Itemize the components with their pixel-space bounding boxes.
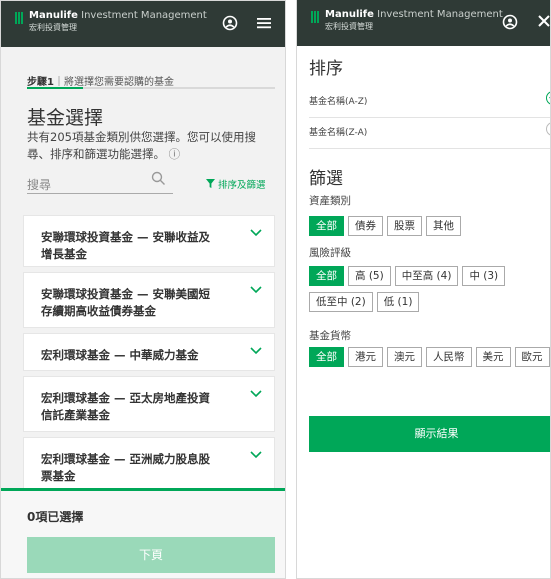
close-icon[interactable] [537,14,550,32]
chip-risk-mid-high[interactable]: 中至高 (4) [394,266,459,286]
page-title: 基金選擇 [27,107,104,129]
risk-rating-label: 風險評級 [309,247,351,259]
info-icon[interactable]: ⓘ [169,147,181,161]
selected-count: 0項已選擇 [27,510,84,524]
asset-class-chips: 全部 債券 股票 其他 [309,216,550,242]
chevron-down-icon[interactable] [250,344,262,359]
radio-checked-icon[interactable] [546,91,550,105]
sort-filter-panel: Manulife Investment Management 宏利投資管理 排序… [296,0,551,579]
sort-option-label: 基金名稱(A-Z) [309,97,368,107]
sort-option[interactable]: 基金名稱(Z-A) [309,119,550,149]
filter-title: 篩選 [309,169,343,189]
fund-currency-chips: 全部 港元 澳元 人民幣 美元 歐元 [309,347,550,373]
filter-icon [206,179,218,191]
fund-card[interactable]: 宏利環球基金 — 亞洲威力股息股票基金 [23,437,275,493]
fund-card[interactable]: 宏利環球基金 — 亞太房地產投資信託產業基金 [23,376,275,432]
fund-name: 安聯環球投資基金 — 安聯收益及增長基金 [41,230,211,261]
manulife-logo-icon [15,12,23,24]
selection-footer: 0項已選擇 下頁 [1,488,285,578]
fund-selection-panel: Manulife Investment Management 宏利投資管理 步驟… [0,0,286,579]
fund-name: 宏利環球基金 — 亞洲威力股息股票基金 [41,452,211,483]
brand-name-bold: Manulife [29,10,78,21]
chip-currency-eur[interactable]: 歐元 [514,347,550,367]
chip-currency-all[interactable]: 全部 [309,347,344,367]
radio-unchecked-icon[interactable] [546,122,550,136]
step-progress-bar [27,87,275,89]
search-underline [27,193,173,194]
sort-option-label: 基金名稱(Z-A) [309,128,368,138]
chip-asset-all[interactable]: 全部 [309,216,344,236]
page-description: 共有205項基金類別供您選擇。您可以使用搜尋、排序和篩選功能選擇。 ⓘ [27,129,277,163]
chip-currency-usd[interactable]: 美元 [475,347,511,367]
chip-asset-other[interactable]: 其他 [426,216,461,236]
chip-asset-equity[interactable]: 股票 [387,216,422,236]
app-header: Manulife Investment Management 宏利投資管理 [297,0,550,46]
search-icon[interactable] [151,171,166,190]
chevron-down-icon[interactable] [250,283,262,298]
fund-card[interactable]: 宏利環球基金 — 中華威力基金 [23,333,275,371]
chip-risk-high[interactable]: 高 (5) [348,266,391,286]
app-header: Manulife Investment Management 宏利投資管理 [1,1,285,47]
chevron-down-icon[interactable] [250,387,262,402]
fund-card[interactable]: 安聯環球投資基金 — 安聯美國短存續期高收益債券基金 [23,272,275,328]
chip-currency-hkd[interactable]: 港元 [348,347,383,367]
fund-card[interactable]: 安聯環球投資基金 — 安聯收益及增長基金 [23,215,275,267]
sort-option[interactable]: 基金名稱(A-Z) [309,88,550,118]
risk-rating-chips: 全部 高 (5) 中至高 (4) 中 (3) 低至中 (2) 低 (1) [309,266,550,318]
brand-name-zh: 宏利投資管理 [29,23,77,32]
asset-class-label: 資產類別 [309,195,351,207]
chip-risk-mid[interactable]: 中 (3) [462,266,506,286]
brand-name-rest: Investment Management [77,10,207,21]
brand-logo[interactable]: Manulife Investment Management 宏利投資管理 [15,10,207,34]
chip-risk-low[interactable]: 低 (1) [376,292,420,312]
chip-currency-aud[interactable]: 澳元 [387,347,422,367]
brand-name-bold: Manulife [325,9,374,20]
fund-currency-label: 基金貨幣 [309,330,351,342]
user-account-icon[interactable] [502,14,518,34]
brand-name-rest: Investment Management [373,9,503,20]
brand-name-zh: 宏利投資管理 [325,22,373,31]
fund-name: 宏利環球基金 — 中華威力基金 [41,348,199,362]
chip-risk-all[interactable]: 全部 [309,266,344,286]
brand-logo[interactable]: Manulife Investment Management 宏利投資管理 [311,9,503,33]
sort-title: 排序 [309,59,343,79]
hamburger-menu-icon[interactable] [256,15,272,35]
sort-filter-label: 排序及篩選 [218,180,266,191]
chevron-down-icon[interactable] [250,226,262,241]
fund-name: 安聯環球投資基金 — 安聯美國短存續期高收益債券基金 [41,287,211,318]
chevron-down-icon[interactable] [250,448,262,463]
fund-name: 宏利環球基金 — 亞太房地產投資信託產業基金 [41,391,211,422]
show-results-button[interactable]: 顯示結果 [309,416,550,452]
sort-filter-link[interactable]: 排序及篩選 [206,177,266,191]
chip-risk-low-mid[interactable]: 低至中 (2) [309,292,373,312]
search-input[interactable]: 搜尋 [27,176,51,193]
chip-currency-rmb[interactable]: 人民幣 [426,347,472,367]
chip-asset-bond[interactable]: 債券 [348,216,383,236]
step-indicator: 步驟1｜將選擇您需要認購的基金 [27,73,174,88]
manulife-logo-icon [311,11,319,23]
next-button[interactable]: 下頁 [27,537,275,573]
user-account-icon[interactable] [222,15,238,35]
description-text: 共有205項基金類別供您選擇。您可以使用搜尋、排序和篩選功能選擇。 [27,130,256,161]
